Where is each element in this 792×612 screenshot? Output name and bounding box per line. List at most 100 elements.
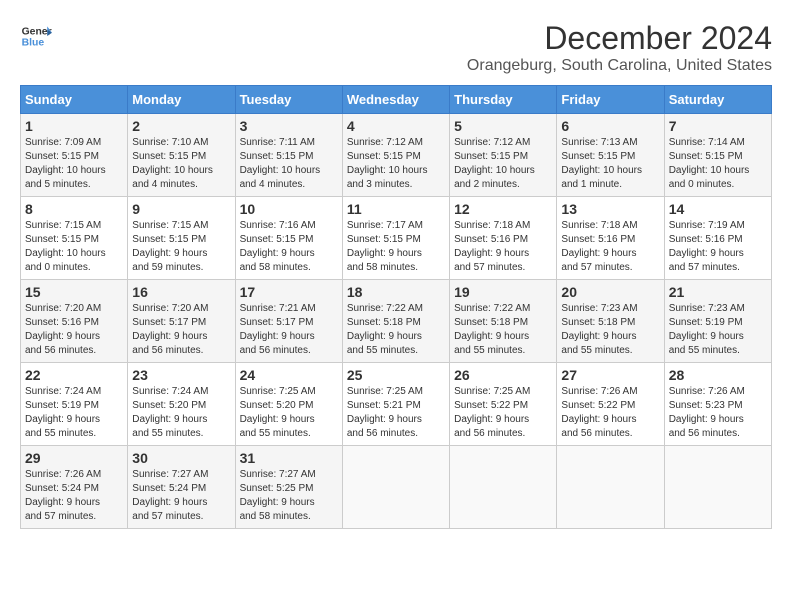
logo-icon: General Blue [20,20,52,52]
day-number: 30 [132,450,230,466]
day-number: 28 [669,367,767,383]
title-block: December 2024 Orangeburg, South Carolina… [467,20,772,75]
location-subtitle: Orangeburg, South Carolina, United State… [467,57,772,75]
day-cell [664,446,771,529]
day-number: 4 [347,118,445,134]
day-info: Sunrise: 7:22 AM Sunset: 5:18 PM Dayligh… [454,302,552,358]
day-number: 23 [132,367,230,383]
header-row: SundayMondayTuesdayWednesdayThursdayFrid… [21,86,772,114]
day-cell: 11 Sunrise: 7:17 AM Sunset: 5:15 PM Dayli… [342,197,449,280]
day-info: Sunrise: 7:14 AM Sunset: 5:15 PM Dayligh… [669,136,767,192]
day-cell: 4 Sunrise: 7:12 AM Sunset: 5:15 PM Daylig… [342,114,449,197]
day-cell: 29Sunrise: 7:26 AM Sunset: 5:24 PM Dayli… [21,446,128,529]
day-cell [342,446,449,529]
day-number: 7 [669,118,767,134]
day-info: Sunrise: 7:17 AM Sunset: 5:15 PM Dayligh… [347,219,445,275]
week-row-4: 22Sunrise: 7:24 AM Sunset: 5:19 PM Dayli… [21,363,772,446]
day-cell [557,446,664,529]
day-number: 8 [25,201,123,217]
day-number: 18 [347,284,445,300]
day-info: Sunrise: 7:26 AM Sunset: 5:23 PM Dayligh… [669,385,767,441]
day-info: Sunrise: 7:12 AM Sunset: 5:15 PM Dayligh… [347,136,445,192]
day-cell: 9 Sunrise: 7:15 AM Sunset: 5:15 PM Daylig… [128,197,235,280]
day-info: Sunrise: 7:16 AM Sunset: 5:15 PM Dayligh… [240,219,338,275]
day-info: Sunrise: 7:13 AM Sunset: 5:15 PM Dayligh… [561,136,659,192]
day-cell: 17Sunrise: 7:21 AM Sunset: 5:17 PM Dayli… [235,280,342,363]
day-info: Sunrise: 7:24 AM Sunset: 5:19 PM Dayligh… [25,385,123,441]
page-header: General Blue December 2024 Orangeburg, S… [20,20,772,75]
day-number: 5 [454,118,552,134]
day-number: 11 [347,201,445,217]
day-number: 10 [240,201,338,217]
day-cell: 8 Sunrise: 7:15 AM Sunset: 5:15 PM Daylig… [21,197,128,280]
day-info: Sunrise: 7:24 AM Sunset: 5:20 PM Dayligh… [132,385,230,441]
header-cell-saturday: Saturday [664,86,771,114]
day-info: Sunrise: 7:21 AM Sunset: 5:17 PM Dayligh… [240,302,338,358]
week-row-2: 8 Sunrise: 7:15 AM Sunset: 5:15 PM Daylig… [21,197,772,280]
day-number: 21 [669,284,767,300]
header-cell-sunday: Sunday [21,86,128,114]
day-cell: 20 Sunrise: 7:23 AM Sunset: 5:18 PM Dayli… [557,280,664,363]
day-number: 9 [132,201,230,217]
day-number: 27 [561,367,659,383]
day-cell: 23 Sunrise: 7:24 AM Sunset: 5:20 PM Dayli… [128,363,235,446]
week-row-3: 15 Sunrise: 7:20 AM Sunset: 5:16 PM Dayli… [21,280,772,363]
header-cell-friday: Friday [557,86,664,114]
day-cell: 15 Sunrise: 7:20 AM Sunset: 5:16 PM Dayli… [21,280,128,363]
day-info: Sunrise: 7:20 AM Sunset: 5:16 PM Dayligh… [25,302,123,358]
day-cell: 12 Sunrise: 7:18 AM Sunset: 5:16 PM Dayli… [450,197,557,280]
day-cell: 18 Sunrise: 7:22 AM Sunset: 5:18 PM Dayli… [342,280,449,363]
day-info: Sunrise: 7:26 AM Sunset: 5:24 PM Dayligh… [25,468,123,524]
day-cell [450,446,557,529]
day-cell: 5 Sunrise: 7:12 AM Sunset: 5:15 PM Daylig… [450,114,557,197]
day-info: Sunrise: 7:11 AM Sunset: 5:15 PM Dayligh… [240,136,338,192]
day-info: Sunrise: 7:18 AM Sunset: 5:16 PM Dayligh… [454,219,552,275]
day-number: 26 [454,367,552,383]
day-info: Sunrise: 7:27 AM Sunset: 5:25 PM Dayligh… [240,468,338,524]
day-number: 13 [561,201,659,217]
day-info: Sunrise: 7:15 AM Sunset: 5:15 PM Dayligh… [132,219,230,275]
day-cell: 22Sunrise: 7:24 AM Sunset: 5:19 PM Dayli… [21,363,128,446]
day-cell: 26 Sunrise: 7:25 AM Sunset: 5:22 PM Dayli… [450,363,557,446]
day-info: Sunrise: 7:27 AM Sunset: 5:24 PM Dayligh… [132,468,230,524]
day-info: Sunrise: 7:20 AM Sunset: 5:17 PM Dayligh… [132,302,230,358]
day-cell: 2 Sunrise: 7:10 AM Sunset: 5:15 PM Daylig… [128,114,235,197]
header-cell-wednesday: Wednesday [342,86,449,114]
day-cell: 10 Sunrise: 7:16 AM Sunset: 5:15 PM Dayli… [235,197,342,280]
day-info: Sunrise: 7:23 AM Sunset: 5:18 PM Dayligh… [561,302,659,358]
day-cell: 16 Sunrise: 7:20 AM Sunset: 5:17 PM Dayli… [128,280,235,363]
day-info: Sunrise: 7:15 AM Sunset: 5:15 PM Dayligh… [25,219,123,275]
day-number: 3 [240,118,338,134]
week-row-5: 29Sunrise: 7:26 AM Sunset: 5:24 PM Dayli… [21,446,772,529]
day-number: 6 [561,118,659,134]
day-cell: 25Sunrise: 7:25 AM Sunset: 5:21 PM Dayli… [342,363,449,446]
day-number: 31 [240,450,338,466]
day-number: 15 [25,284,123,300]
day-cell: 28 Sunrise: 7:26 AM Sunset: 5:23 PM Dayli… [664,363,771,446]
day-info: Sunrise: 7:10 AM Sunset: 5:15 PM Dayligh… [132,136,230,192]
day-cell: 31 Sunrise: 7:27 AM Sunset: 5:25 PM Dayli… [235,446,342,529]
day-cell: 19 Sunrise: 7:22 AM Sunset: 5:18 PM Dayli… [450,280,557,363]
day-info: Sunrise: 7:23 AM Sunset: 5:19 PM Dayligh… [669,302,767,358]
day-cell: 30 Sunrise: 7:27 AM Sunset: 5:24 PM Dayli… [128,446,235,529]
day-number: 20 [561,284,659,300]
header-cell-thursday: Thursday [450,86,557,114]
svg-text:Blue: Blue [22,38,45,49]
day-number: 12 [454,201,552,217]
day-number: 2 [132,118,230,134]
day-cell: 24Sunrise: 7:25 AM Sunset: 5:20 PM Dayli… [235,363,342,446]
day-info: Sunrise: 7:26 AM Sunset: 5:22 PM Dayligh… [561,385,659,441]
day-number: 19 [454,284,552,300]
day-number: 14 [669,201,767,217]
week-row-1: 1Sunrise: 7:09 AM Sunset: 5:15 PM Daylig… [21,114,772,197]
day-number: 16 [132,284,230,300]
day-info: Sunrise: 7:12 AM Sunset: 5:15 PM Dayligh… [454,136,552,192]
day-info: Sunrise: 7:25 AM Sunset: 5:22 PM Dayligh… [454,385,552,441]
day-cell: 21 Sunrise: 7:23 AM Sunset: 5:19 PM Dayli… [664,280,771,363]
day-info: Sunrise: 7:09 AM Sunset: 5:15 PM Dayligh… [25,136,123,192]
header-cell-tuesday: Tuesday [235,86,342,114]
day-cell: 14Sunrise: 7:19 AM Sunset: 5:16 PM Dayli… [664,197,771,280]
day-info: Sunrise: 7:18 AM Sunset: 5:16 PM Dayligh… [561,219,659,275]
day-info: Sunrise: 7:22 AM Sunset: 5:18 PM Dayligh… [347,302,445,358]
header-cell-monday: Monday [128,86,235,114]
